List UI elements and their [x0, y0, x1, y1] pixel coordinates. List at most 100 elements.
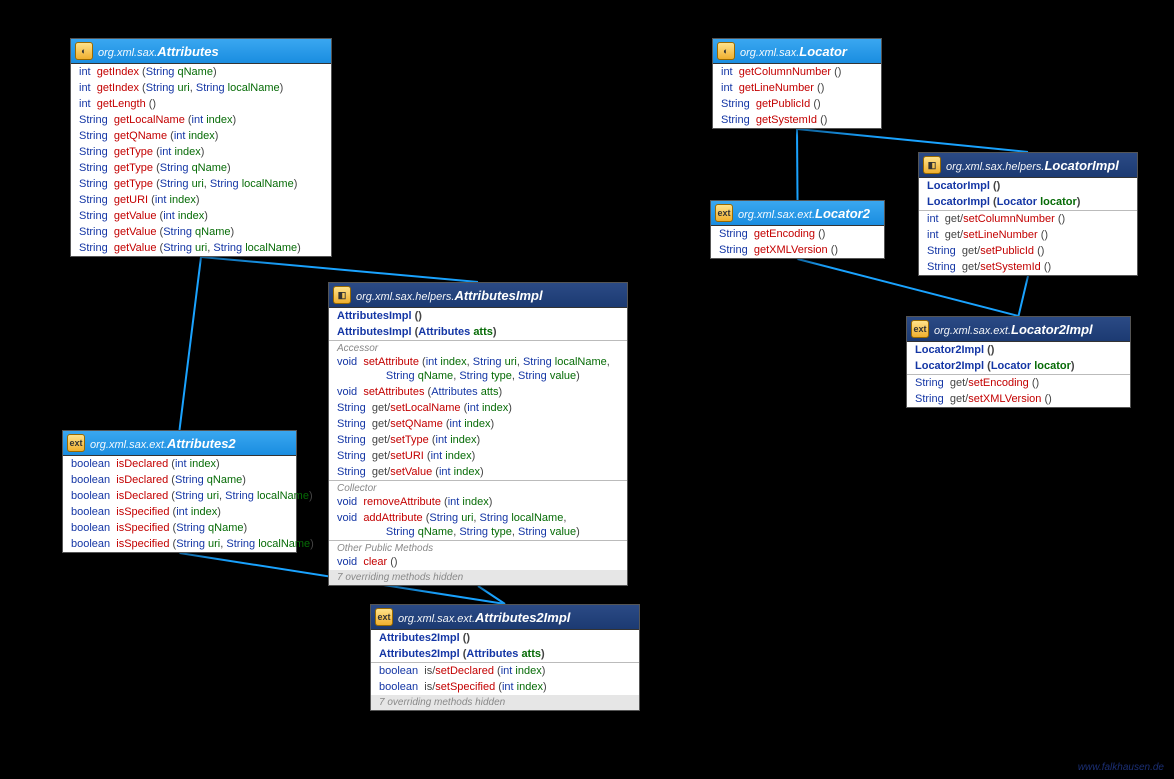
method-row: String get/setPublicId ()	[919, 243, 1137, 259]
class-name: LocatorImpl	[1044, 158, 1118, 173]
constructor-row: AttributesImpl ()	[329, 308, 627, 324]
package-label: org.xml.sax.helpers.	[946, 161, 1044, 173]
class-name: Attributes	[157, 44, 218, 59]
method-row: boolean is/setDeclared (int index)	[371, 663, 639, 679]
package-label: org.xml.sax.helpers.	[356, 291, 454, 303]
ext-class-icon: ext	[375, 608, 393, 626]
class-icon: ◧	[333, 286, 351, 304]
class-locator2-impl[interactable]: ext org.xml.sax.ext.Locator2Impl Locator…	[906, 316, 1131, 408]
class-name: Locator2Impl	[1011, 322, 1093, 337]
method-row: boolean isDeclared (String uri, String l…	[63, 488, 296, 504]
method-row: void setAttributes (Attributes atts)	[329, 384, 627, 400]
method-row: void addAttribute (String uri, String lo…	[329, 510, 627, 540]
constructor-row: Attributes2Impl (Attributes atts)	[371, 646, 639, 662]
titlebar: ext org.xml.sax.ext.Locator2Impl	[907, 317, 1130, 342]
package-label: org.xml.sax.ext.	[738, 209, 815, 221]
constructor-row: AttributesImpl (Attributes atts)	[329, 324, 627, 340]
section-label: Other Public Methods	[329, 541, 627, 554]
class-name: Attributes2Impl	[475, 610, 570, 625]
method-row: String getURI (int index)	[71, 192, 331, 208]
method-row: int getLength ()	[71, 96, 331, 112]
method-row: boolean isDeclared (String qName)	[63, 472, 296, 488]
class-locator2[interactable]: ext org.xml.sax.ext.Locator2 String getE…	[710, 200, 885, 259]
members: String getEncoding ()String getXMLVersio…	[711, 226, 884, 258]
method-row: int getLineNumber ()	[713, 80, 881, 96]
members: AttributesImpl ()AttributesImpl (Attribu…	[329, 308, 627, 585]
method-row: int getIndex (String uri, String localNa…	[71, 80, 331, 96]
method-row: String getLocalName (int index)	[71, 112, 331, 128]
members: Attributes2Impl ()Attributes2Impl (Attri…	[371, 630, 639, 710]
method-row: String getType (String qName)	[71, 160, 331, 176]
section-label: Accessor	[329, 341, 627, 354]
class-attributes-impl[interactable]: ◧ org.xml.sax.helpers.AttributesImpl Att…	[328, 282, 628, 586]
package-label: org.xml.sax.	[98, 47, 157, 59]
hidden-methods-note: 7 overriding methods hidden	[371, 695, 639, 710]
method-row: int getIndex (String qName)	[71, 64, 331, 80]
interface-icon: ◐	[75, 42, 93, 60]
method-row: boolean is/setSpecified (int index)	[371, 679, 639, 695]
ext-interface-icon: ext	[67, 434, 85, 452]
class-locator-impl[interactable]: ◧ org.xml.sax.helpers.LocatorImpl Locato…	[918, 152, 1138, 276]
titlebar: ◧ org.xml.sax.helpers.LocatorImpl	[919, 153, 1137, 178]
method-row: String get/setEncoding ()	[907, 375, 1130, 391]
watermark-link[interactable]: www.falkhausen.de	[1078, 762, 1164, 773]
method-row: String getSystemId ()	[713, 112, 881, 128]
method-row: String get/setValue (int index)	[329, 464, 627, 480]
package-label: org.xml.sax.ext.	[90, 439, 167, 451]
members: LocatorImpl ()LocatorImpl (Locator locat…	[919, 178, 1137, 275]
titlebar: ◐ org.xml.sax.Locator	[713, 39, 881, 64]
class-attributes2-impl[interactable]: ext org.xml.sax.ext.Attributes2Impl Attr…	[370, 604, 640, 711]
members: int getIndex (String qName)int getIndex …	[71, 64, 331, 256]
method-row: String get/setSystemId ()	[919, 259, 1137, 275]
method-row: boolean isSpecified (String uri, String …	[63, 536, 296, 552]
ext-class-icon: ext	[911, 320, 929, 338]
method-row: String getType (int index)	[71, 144, 331, 160]
interface-icon: ◐	[717, 42, 735, 60]
section-label: Collector	[329, 481, 627, 494]
titlebar: ext org.xml.sax.ext.Locator2	[711, 201, 884, 226]
titlebar: ext org.xml.sax.ext.Attributes2Impl	[371, 605, 639, 630]
class-name: Locator	[799, 44, 847, 59]
class-name: Attributes2	[167, 436, 236, 451]
method-row: String getValue (String qName)	[71, 224, 331, 240]
constructor-row: Attributes2Impl ()	[371, 630, 639, 646]
method-row: boolean isSpecified (String qName)	[63, 520, 296, 536]
titlebar: ◐ org.xml.sax.Attributes	[71, 39, 331, 64]
class-locator[interactable]: ◐ org.xml.sax.Locator int getColumnNumbe…	[712, 38, 882, 129]
package-label: org.xml.sax.ext.	[934, 325, 1011, 337]
method-row: String getXMLVersion ()	[711, 242, 884, 258]
method-row: void setAttribute (int index, String uri…	[329, 354, 627, 384]
constructor-row: Locator2Impl ()	[907, 342, 1130, 358]
members: Locator2Impl ()Locator2Impl (Locator loc…	[907, 342, 1130, 407]
constructor-row: LocatorImpl ()	[919, 178, 1137, 194]
package-label: org.xml.sax.	[740, 47, 799, 59]
package-label: org.xml.sax.ext.	[398, 613, 475, 625]
method-row: boolean isDeclared (int index)	[63, 456, 296, 472]
method-row: String get/setXMLVersion ()	[907, 391, 1130, 407]
members: boolean isDeclared (int index)boolean is…	[63, 456, 296, 552]
method-row: String getEncoding ()	[711, 226, 884, 242]
class-attributes2[interactable]: ext org.xml.sax.ext.Attributes2 boolean …	[62, 430, 297, 553]
members: int getColumnNumber ()int getLineNumber …	[713, 64, 881, 128]
method-row: String getPublicId ()	[713, 96, 881, 112]
method-row: String get/setType (int index)	[329, 432, 627, 448]
method-row: String get/setLocalName (int index)	[329, 400, 627, 416]
method-row: String getQName (int index)	[71, 128, 331, 144]
class-icon: ◧	[923, 156, 941, 174]
method-row: void removeAttribute (int index)	[329, 494, 627, 510]
titlebar: ◧ org.xml.sax.helpers.AttributesImpl	[329, 283, 627, 308]
class-name: Locator2	[815, 206, 870, 221]
method-row: int getColumnNumber ()	[713, 64, 881, 80]
class-name: AttributesImpl	[454, 288, 542, 303]
method-row: String getValue (int index)	[71, 208, 331, 224]
method-row: String get/setURI (int index)	[329, 448, 627, 464]
method-row: String get/setQName (int index)	[329, 416, 627, 432]
method-row: int get/setColumnNumber ()	[919, 211, 1137, 227]
method-row: int get/setLineNumber ()	[919, 227, 1137, 243]
constructor-row: Locator2Impl (Locator locator)	[907, 358, 1130, 374]
ext-interface-icon: ext	[715, 204, 733, 222]
class-attributes[interactable]: ◐ org.xml.sax.Attributes int getIndex (S…	[70, 38, 332, 257]
method-row: boolean isSpecified (int index)	[63, 504, 296, 520]
method-row: void clear ()	[329, 554, 627, 570]
constructor-row: LocatorImpl (Locator locator)	[919, 194, 1137, 210]
